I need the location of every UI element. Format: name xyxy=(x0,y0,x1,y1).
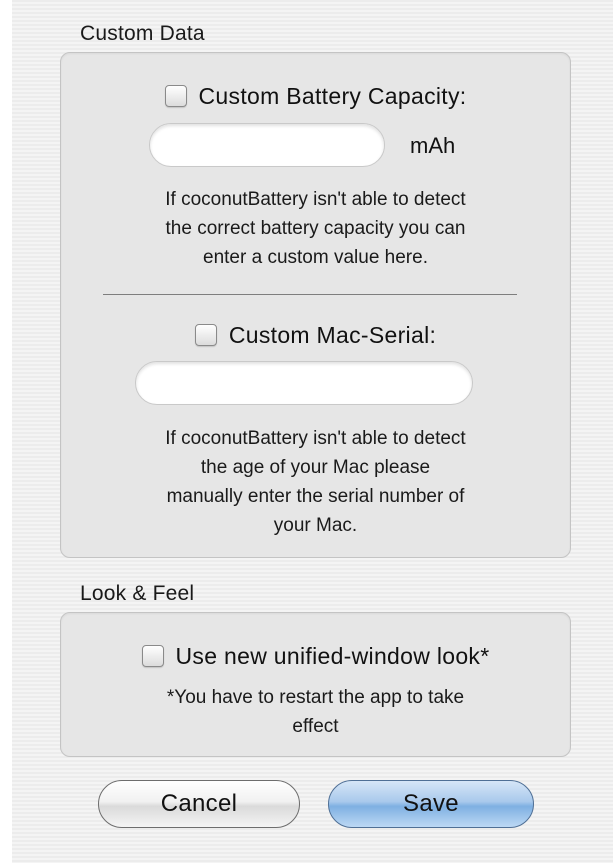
look-and-feel-box: Use new unified-window look* *You have t… xyxy=(60,612,571,757)
custom-mac-serial-option[interactable]: Custom Mac-Serial: xyxy=(61,320,570,350)
mah-unit-label: mAh xyxy=(410,133,456,158)
look-and-feel-title: Look & Feel xyxy=(80,582,195,605)
custom-battery-capacity-option[interactable]: Custom Battery Capacity: xyxy=(61,81,570,111)
unified-window-look-label: Use new unified-window look* xyxy=(175,642,490,669)
save-button[interactable]: Save xyxy=(328,780,534,828)
battery-capacity-input[interactable] xyxy=(149,123,385,167)
mac-serial-input[interactable] xyxy=(135,361,473,405)
custom-mac-serial-checkbox[interactable] xyxy=(194,324,217,346)
unified-window-look-checkbox[interactable] xyxy=(141,645,164,667)
unified-window-look-option[interactable]: Use new unified-window look* xyxy=(61,641,570,671)
custom-battery-capacity-checkbox[interactable] xyxy=(164,85,187,107)
cancel-button[interactable]: Cancel xyxy=(98,780,300,828)
section-divider xyxy=(103,294,517,295)
preferences-window: Custom Data Custom Battery Capacity: mAh… xyxy=(12,0,613,863)
custom-battery-capacity-label: Custom Battery Capacity: xyxy=(198,82,467,109)
custom-mac-serial-label: Custom Mac-Serial: xyxy=(228,321,437,348)
custom-data-title: Custom Data xyxy=(80,22,205,45)
custom-data-box: Custom Battery Capacity: mAh If coconutB… xyxy=(60,52,571,558)
mac-serial-help-text: If coconutBattery isn't able to detect t… xyxy=(165,428,466,536)
battery-capacity-help-text: If coconutBattery isn't able to detect t… xyxy=(165,189,466,268)
restart-note: *You have to restart the app to take eff… xyxy=(166,687,465,737)
